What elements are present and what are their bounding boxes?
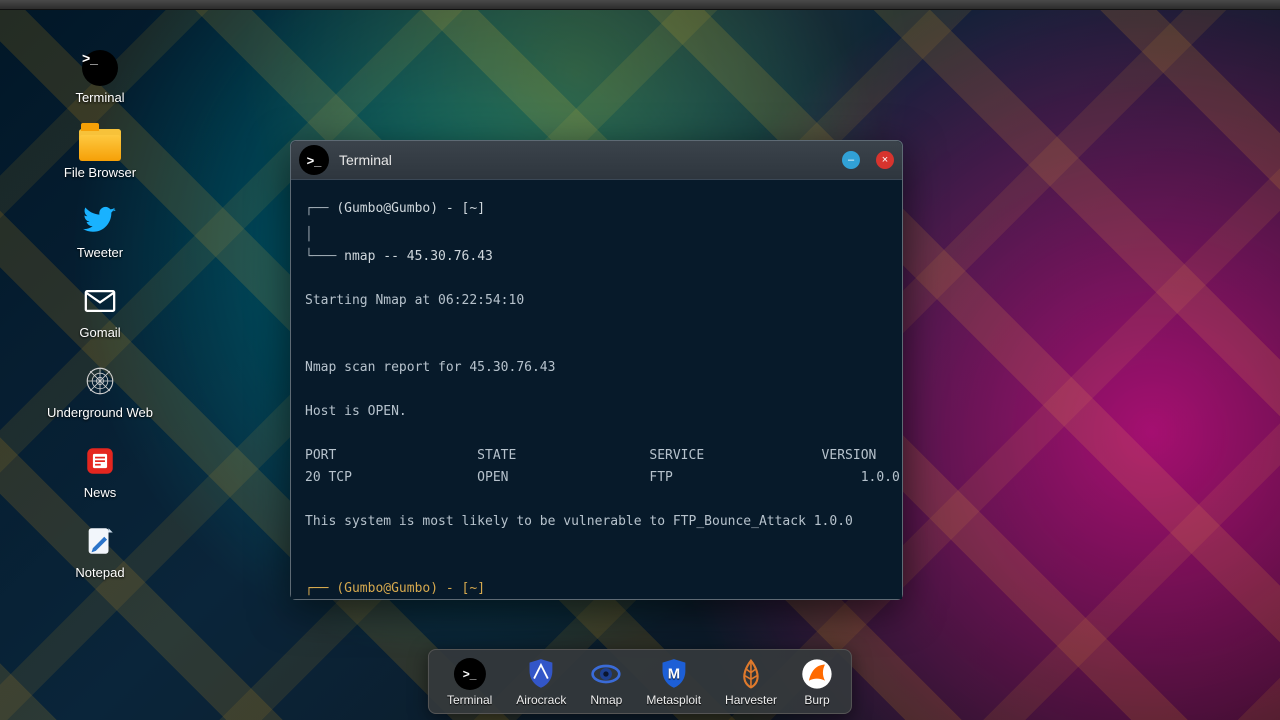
terminal-command: nmap -- 45.30.76.43	[344, 249, 493, 264]
desktop-icon-terminal[interactable]: >_ Terminal	[40, 50, 160, 105]
terminal-icon: >_	[82, 50, 118, 86]
news-icon	[83, 444, 117, 481]
terminal-output[interactable]: ┌── (Gumbo@Gumbo) - [~] │ └─── nmap -- 4…	[291, 179, 902, 599]
dock-item-harvester[interactable]: Harvester	[725, 658, 777, 707]
dock-item-label: Metasploit	[646, 693, 701, 707]
window-title: Terminal	[339, 152, 826, 168]
desktop-icon-label: Notepad	[75, 565, 124, 580]
prompt-user: (Gumbo@Gumbo) - [~]	[336, 201, 485, 216]
dock-item-label: Burp	[804, 693, 829, 707]
svg-text:M: M	[667, 667, 679, 683]
dock-item-airocrack[interactable]: Airocrack	[516, 658, 566, 707]
desktop-icon-gomail[interactable]: Gomail	[40, 284, 160, 340]
terminal-icon: >_	[454, 658, 486, 690]
desktop-icon-label: File Browser	[64, 165, 136, 180]
prompt-box-art: │	[305, 227, 313, 242]
dock-item-nmap[interactable]: Nmap	[590, 658, 622, 707]
prompt-user: (Gumbo@Gumbo) - [~]	[336, 581, 485, 596]
prompt-box-art: └───	[305, 249, 336, 264]
prompt-box-art: ┌──	[305, 581, 328, 596]
envelope-icon	[83, 284, 117, 321]
desktop-icon-notepad[interactable]: Notepad	[40, 524, 160, 580]
bird-icon	[83, 204, 117, 241]
output-row: 20 TCP OPEN FTP 1.0.0	[305, 467, 888, 489]
output-line: Nmap scan report for 45.30.76.43	[305, 357, 888, 379]
dock-item-label: Airocrack	[516, 693, 566, 707]
metasploit-icon: M	[658, 658, 690, 690]
desktop-icon-label: Gomail	[79, 325, 120, 340]
notepad-icon	[83, 524, 117, 561]
window-titlebar[interactable]: >_ Terminal – ×	[291, 141, 902, 179]
dock-item-burp[interactable]: Burp	[801, 658, 833, 707]
burp-icon	[801, 658, 833, 690]
airocrack-icon	[525, 658, 557, 690]
dock-item-terminal[interactable]: >_ Terminal	[447, 658, 492, 707]
dock-item-label: Terminal	[447, 693, 492, 707]
output-line: Starting Nmap at 06:22:54:10	[305, 290, 888, 312]
nmap-icon	[590, 658, 622, 690]
prompt-box-art: ┌──	[305, 201, 328, 216]
desktop-icon-underground-web[interactable]: Underground Web	[40, 364, 160, 420]
desktop-icon-label: Underground Web	[47, 405, 153, 420]
desktop-icon-label: Terminal	[75, 90, 124, 105]
minimize-button[interactable]: –	[842, 151, 860, 169]
output-line: Host is OPEN.	[305, 401, 888, 423]
dock-item-metasploit[interactable]: M Metasploit	[646, 658, 701, 707]
web-icon	[83, 364, 117, 401]
desktop-icon-label: Tweeter	[77, 245, 123, 260]
terminal-window[interactable]: >_ Terminal – × ┌── (Gumbo@Gumbo) - [~] …	[290, 140, 903, 600]
desktop-icon-grid: >_ Terminal File Browser Tweeter Gomail …	[0, 50, 200, 580]
top-panel	[0, 0, 1280, 10]
close-button[interactable]: ×	[876, 151, 894, 169]
folder-icon	[79, 129, 121, 161]
desktop-icon-label: News	[84, 485, 117, 500]
desktop-icon-file-browser[interactable]: File Browser	[40, 129, 160, 180]
terminal-icon: >_	[299, 145, 329, 175]
desktop-icon-news[interactable]: News	[40, 444, 160, 500]
desktop-icon-tweeter[interactable]: Tweeter	[40, 204, 160, 260]
harvester-icon	[735, 658, 767, 690]
dock: >_ Terminal Airocrack Nmap M Metasploit …	[428, 649, 852, 714]
output-line: This system is most likely to be vulnera…	[305, 511, 888, 533]
dock-item-label: Nmap	[590, 693, 622, 707]
output-columns: PORT STATE SERVICE VERSION	[305, 445, 888, 467]
dock-item-label: Harvester	[725, 693, 777, 707]
